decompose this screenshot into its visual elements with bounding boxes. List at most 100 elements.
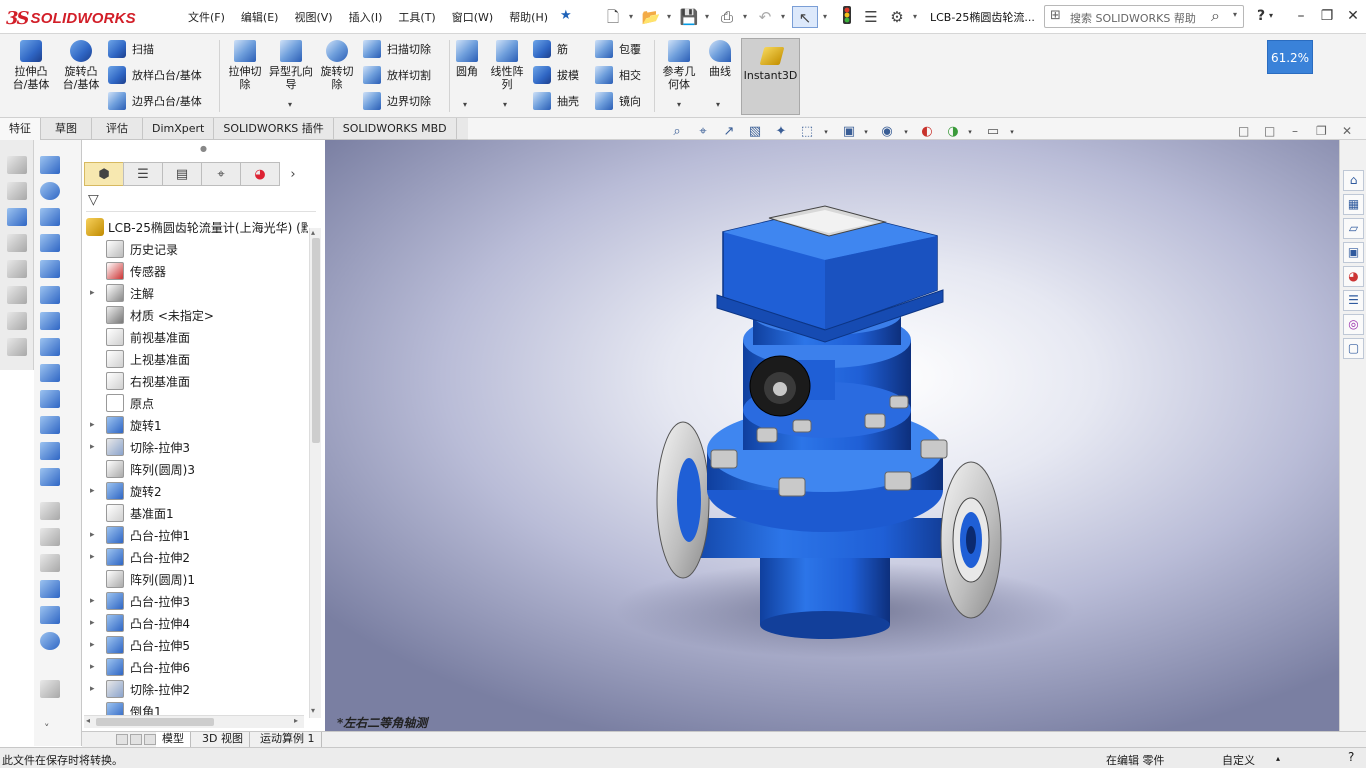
view-settings-dropdown-icon[interactable]: ▾ <box>1008 123 1016 141</box>
indent-icon[interactable] <box>40 442 60 460</box>
mirror-button[interactable]: 镜向 <box>595 90 641 112</box>
linear-pattern-button[interactable]: 线性阵列 <box>486 38 528 91</box>
tree-root-part[interactable]: LCB-25椭圆齿轮流量计(上海光华) (默 <box>82 216 308 238</box>
revolve-cut-button[interactable]: 旋转切除 <box>316 38 358 91</box>
tab-solidworks-addins[interactable]: SOLIDWORKS 插件 <box>214 118 334 140</box>
menu-help[interactable]: 帮助(H) <box>501 9 556 25</box>
toolbar-icon[interactable] <box>7 156 27 174</box>
tree-item[interactable]: ▸ 凸台-拉伸3 <box>82 590 308 612</box>
boundary-cut-button[interactable]: 边界切除 <box>363 90 431 112</box>
pin-icon[interactable]: ★ <box>560 8 572 23</box>
close-button[interactable]: ✕ <box>1342 6 1364 26</box>
tree-item[interactable]: ▸ 注解 <box>82 282 308 304</box>
curve-tools-icon[interactable] <box>40 632 60 650</box>
toolbar-icon[interactable] <box>7 234 27 252</box>
menu-view[interactable]: 视图(V) <box>286 9 340 25</box>
expand-toolbar-icon[interactable]: ˅ <box>44 722 50 735</box>
scroll-right-icon[interactable]: ▸ <box>294 716 298 725</box>
file-properties-icon[interactable]: ☰ <box>858 6 884 28</box>
menu-tools[interactable]: 工具(T) <box>390 9 443 25</box>
sweep-cut-button[interactable]: 扫描切除 <box>363 38 431 60</box>
deform-icon[interactable] <box>40 416 60 434</box>
menu-window[interactable]: 窗口(W) <box>444 9 501 25</box>
previous-view-icon[interactable]: ↗ <box>720 123 738 141</box>
dimxpertmanager-tab-icon[interactable]: ⌖ <box>201 162 241 186</box>
save-dropdown-icon[interactable]: ▾ <box>702 6 712 28</box>
fillet-button[interactable]: 圆角 <box>452 38 482 78</box>
revolve-icon[interactable] <box>40 182 60 200</box>
boundary-icon[interactable] <box>40 260 60 278</box>
rib-button[interactable]: 筋 <box>533 38 568 60</box>
tree-item[interactable]: 基准面1 <box>82 502 308 524</box>
rebuild-icon[interactable] <box>834 6 860 28</box>
tab-3d-views[interactable]: 3D 视图 <box>196 732 250 748</box>
tab-model[interactable]: 模型 <box>156 732 191 748</box>
menu-edit[interactable]: 编辑(E) <box>233 9 287 25</box>
view-orientation-dropdown-icon[interactable]: ▾ <box>822 123 830 141</box>
tab-dimxpert[interactable]: DimXpert <box>143 118 215 140</box>
linear-pattern-dropdown-icon[interactable]: ▾ <box>503 100 507 109</box>
plane-icon[interactable] <box>40 312 60 330</box>
section-view-icon[interactable]: ▧ <box>746 123 764 141</box>
toolbar-icon[interactable] <box>7 182 27 200</box>
sweep-button[interactable]: 扫描 <box>108 38 154 60</box>
tree-item[interactable]: 右视基准面 <box>82 370 308 392</box>
propertymanager-tab-icon[interactable]: ☰ <box>123 162 163 186</box>
appearances-scenes-icon[interactable]: ◕ <box>1343 266 1364 287</box>
extrude-cut-button[interactable]: 拉伸切除 <box>224 38 266 91</box>
expand-arrow-icon[interactable]: ▸ <box>90 552 95 562</box>
tree-item[interactable]: ▸ 凸台-拉伸6 <box>82 656 308 678</box>
solidworks-forum-icon[interactable]: ◎ <box>1343 314 1364 335</box>
hide-show-items-icon[interactable]: ◉ <box>878 123 896 141</box>
print-icon[interactable]: ⎙ <box>714 6 740 28</box>
tree-vertical-scrollbar[interactable]: ▴ ▾ <box>309 228 321 718</box>
reference-geometry-dropdown-icon[interactable]: ▾ <box>677 100 681 109</box>
solidworks-resources-icon[interactable]: ⌂ <box>1343 170 1364 191</box>
new-document-icon[interactable]: 🗋 <box>600 6 626 28</box>
help-dropdown-icon[interactable]: ▾ <box>1266 6 1276 26</box>
curves-dropdown-icon[interactable]: ▾ <box>716 100 720 109</box>
tree-item[interactable]: 历史记录 <box>82 238 308 260</box>
expand-arrow-icon[interactable]: ▸ <box>90 420 95 430</box>
scroll-left-icon[interactable]: ◂ <box>86 716 90 725</box>
display-style-dropdown-icon[interactable]: ▾ <box>862 123 870 141</box>
tree-item[interactable]: ▸ 旋转2 <box>82 480 308 502</box>
minimize-button[interactable]: – <box>1290 6 1312 26</box>
design-library-icon[interactable]: ▦ <box>1343 194 1364 215</box>
configurationmanager-tab-icon[interactable]: ▤ <box>162 162 202 186</box>
options-dropdown-icon[interactable]: ▾ <box>910 6 920 28</box>
extrude-icon[interactable] <box>40 156 60 174</box>
display-style-icon[interactable]: ▣ <box>840 123 858 141</box>
tree-item[interactable]: ▸ 旋转1 <box>82 414 308 436</box>
tree-item[interactable]: ▸ 凸台-拉伸1 <box>82 524 308 546</box>
menu-insert[interactable]: 插入(I) <box>341 9 391 25</box>
sweep-icon[interactable] <box>40 208 60 226</box>
tree-horizontal-scrollbar[interactable]: ◂ ▸ <box>84 715 304 728</box>
panel-grip-icon[interactable]: ● <box>200 144 207 153</box>
curves-button[interactable]: 曲线 <box>702 38 738 78</box>
loft-boss-button[interactable]: 放样凸台/基体 <box>108 64 202 86</box>
revolve-boss-button[interactable]: 旋转凸台/基体 <box>58 38 104 91</box>
tab-features[interactable]: 特征 <box>0 118 41 140</box>
tree-item[interactable]: ▸ 切除-拉伸2 <box>82 678 308 700</box>
tree-item[interactable]: ▸ 凸台-拉伸4 <box>82 612 308 634</box>
hole-wizard-button[interactable]: 异型孔向导 <box>268 38 314 91</box>
toolbar-icon[interactable] <box>7 338 27 356</box>
reference-geometry-button[interactable]: 参考几何体 <box>658 38 700 91</box>
intersect-button[interactable]: 相交 <box>595 64 641 86</box>
viewport-tile-left-icon[interactable]: □ <box>1238 124 1249 138</box>
move-copy-icon[interactable] <box>40 606 60 624</box>
split-icon[interactable] <box>40 580 60 598</box>
expand-arrow-icon[interactable]: ▸ <box>90 486 95 496</box>
expand-arrow-icon[interactable]: ▸ <box>90 640 95 650</box>
tree-item[interactable]: 倒角1 <box>82 700 308 716</box>
extrude-boss-button[interactable]: 拉伸凸台/基体 <box>8 38 54 91</box>
restore-button[interactable]: ❐ <box>1316 6 1338 26</box>
instant3d-button[interactable]: Instant3D <box>741 38 800 115</box>
search-dropdown-icon[interactable]: ▾ <box>1233 10 1237 19</box>
filter-icon[interactable]: ▽ <box>88 192 99 208</box>
wrap-button[interactable]: 包覆 <box>595 38 641 60</box>
tree-item[interactable]: 阵列(圆周)3 <box>82 458 308 480</box>
save-icon[interactable]: 💾 <box>676 6 702 28</box>
menu-file[interactable]: 文件(F) <box>180 9 233 25</box>
